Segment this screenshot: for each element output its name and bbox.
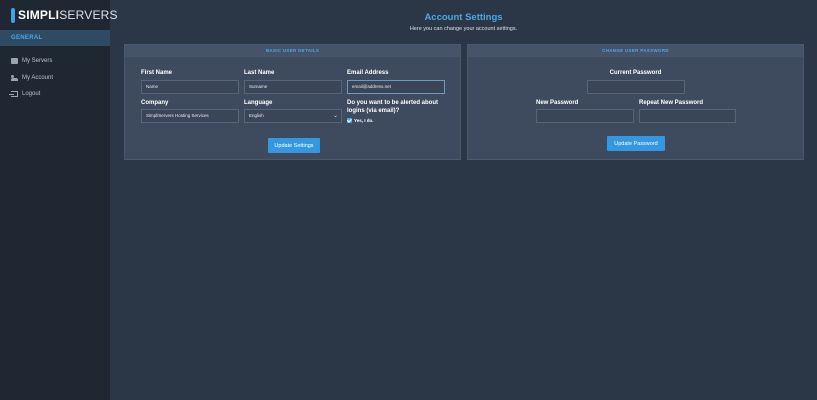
repeat-password-label: Repeat New Password [639,100,704,106]
update-settings-button[interactable]: Update Settings [268,138,320,153]
language-select[interactable]: English ⌄ [244,109,342,123]
current-password-input[interactable] [587,80,685,94]
email-field[interactable]: email@address.net [347,80,445,94]
sidebar-nav: My Servers My Account Logout [0,53,110,103]
sidebar-section-general: GENERAL [0,30,110,46]
user-details-panel: BASIC USER DETAILS First Name Name Last … [124,44,461,160]
email-label: Email Address [347,70,389,76]
servers-icon [11,58,18,65]
first-name-label: First Name [141,70,173,76]
new-password-label: New Password [536,100,579,106]
page-title: Account Settings [424,12,503,23]
logout-icon [9,91,18,98]
last-name-label: Last Name [244,70,275,76]
main-content: Account Settings Here you can change you… [110,0,817,400]
alerts-checkbox-label: Yes, I do. [354,118,374,123]
change-password-panel: CHANGE USER PASSWORD Current Password Ne… [467,44,804,160]
panel-header-user-details: BASIC USER DETAILS [125,45,460,57]
account-icon [11,74,18,81]
alerts-label-line1: Do you want to be alerted about [347,100,439,106]
current-password-label: Current Password [609,70,662,76]
repeat-password-input[interactable] [639,109,736,123]
sidebar-item-my-account[interactable]: My Account [0,70,110,87]
language-label: Language [244,100,273,106]
sidebar-item-label: Logout [22,91,41,98]
sidebar: SIMPLISERVERS GENERAL My Servers My Acco… [0,0,118,400]
logo-icon [11,7,15,23]
chevron-down-icon: ⌄ [332,113,338,119]
page-subtitle: Here you can change your account setting… [409,26,518,32]
company-label: Company [141,100,169,106]
alerts-checkbox-row[interactable]: Yes, I do. [347,118,374,123]
brand-logo[interactable]: SIMPLISERVERS [0,0,118,30]
update-password-button[interactable]: Update Password [607,136,665,151]
alerts-checkbox[interactable] [347,118,352,123]
sidebar-item-my-servers[interactable]: My Servers [0,53,110,70]
company-input[interactable]: SimpliServers Hosting Services [141,109,239,123]
brand-name: SIMPLISERVERS [18,8,118,22]
sidebar-item-label: My Servers [22,58,53,65]
panel-header-change-password: CHANGE USER PASSWORD [468,45,803,57]
first-name-input[interactable]: Name [141,80,239,94]
sidebar-item-label: My Account [22,74,54,81]
sidebar-item-logout[interactable]: Logout [0,86,110,103]
new-password-input[interactable] [536,109,634,123]
language-selected-value: English [249,113,264,118]
last-name-input[interactable]: Surname [244,80,342,94]
alerts-label-line2: logins (via email)? [347,108,400,114]
